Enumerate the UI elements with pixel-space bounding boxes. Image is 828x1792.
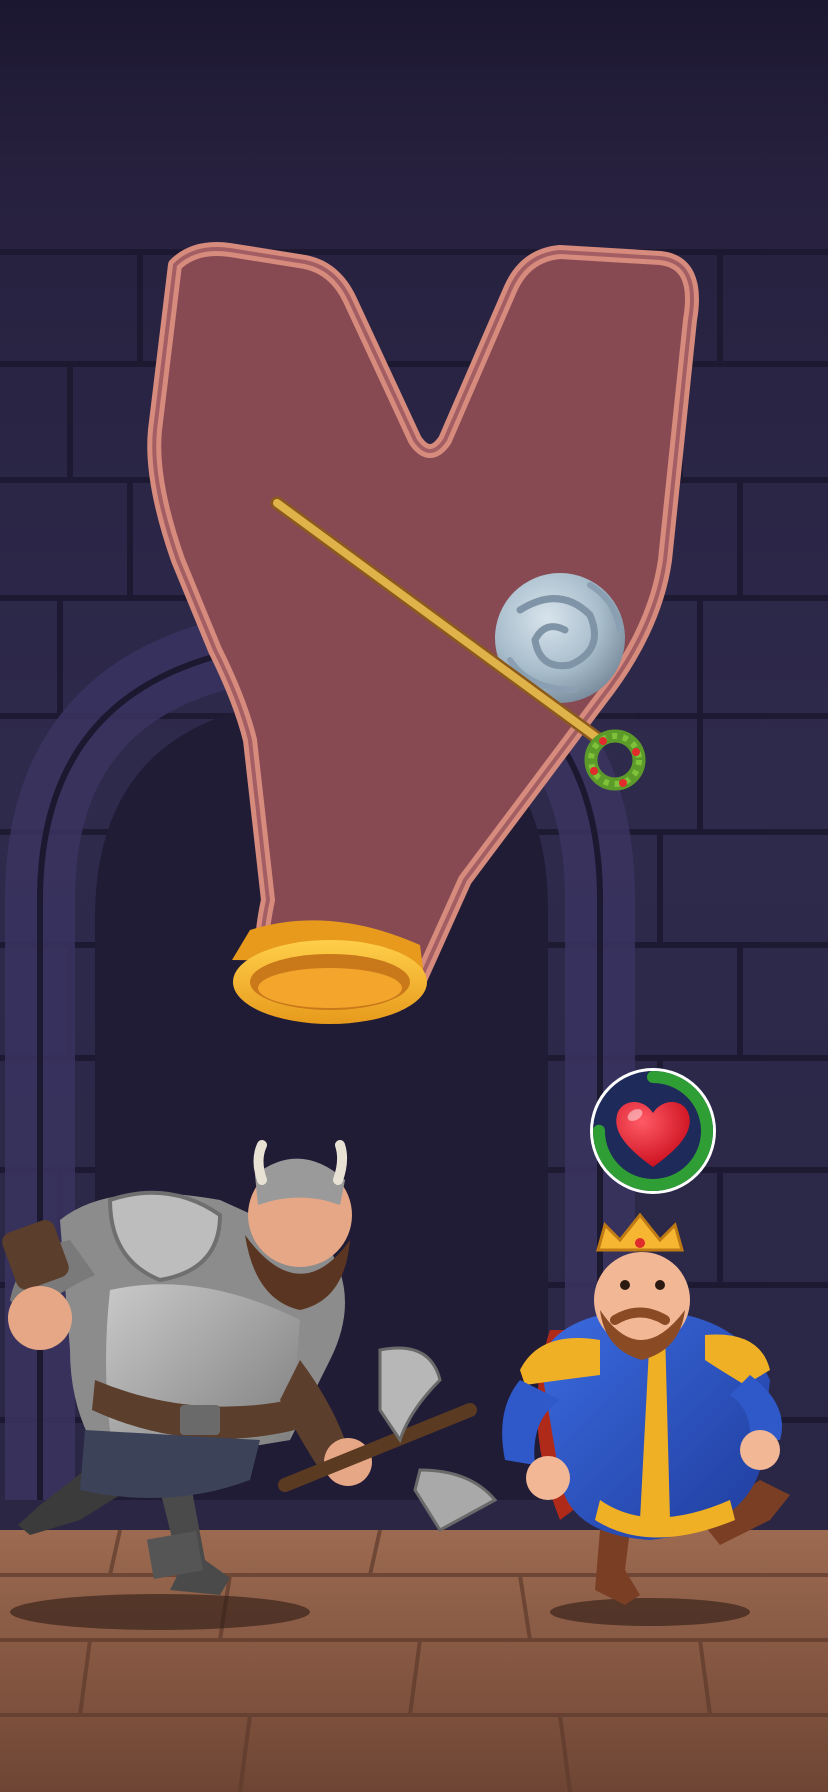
life-meter [590, 1068, 716, 1194]
game-scene [0, 0, 828, 1792]
stone-floor [0, 1529, 828, 1792]
